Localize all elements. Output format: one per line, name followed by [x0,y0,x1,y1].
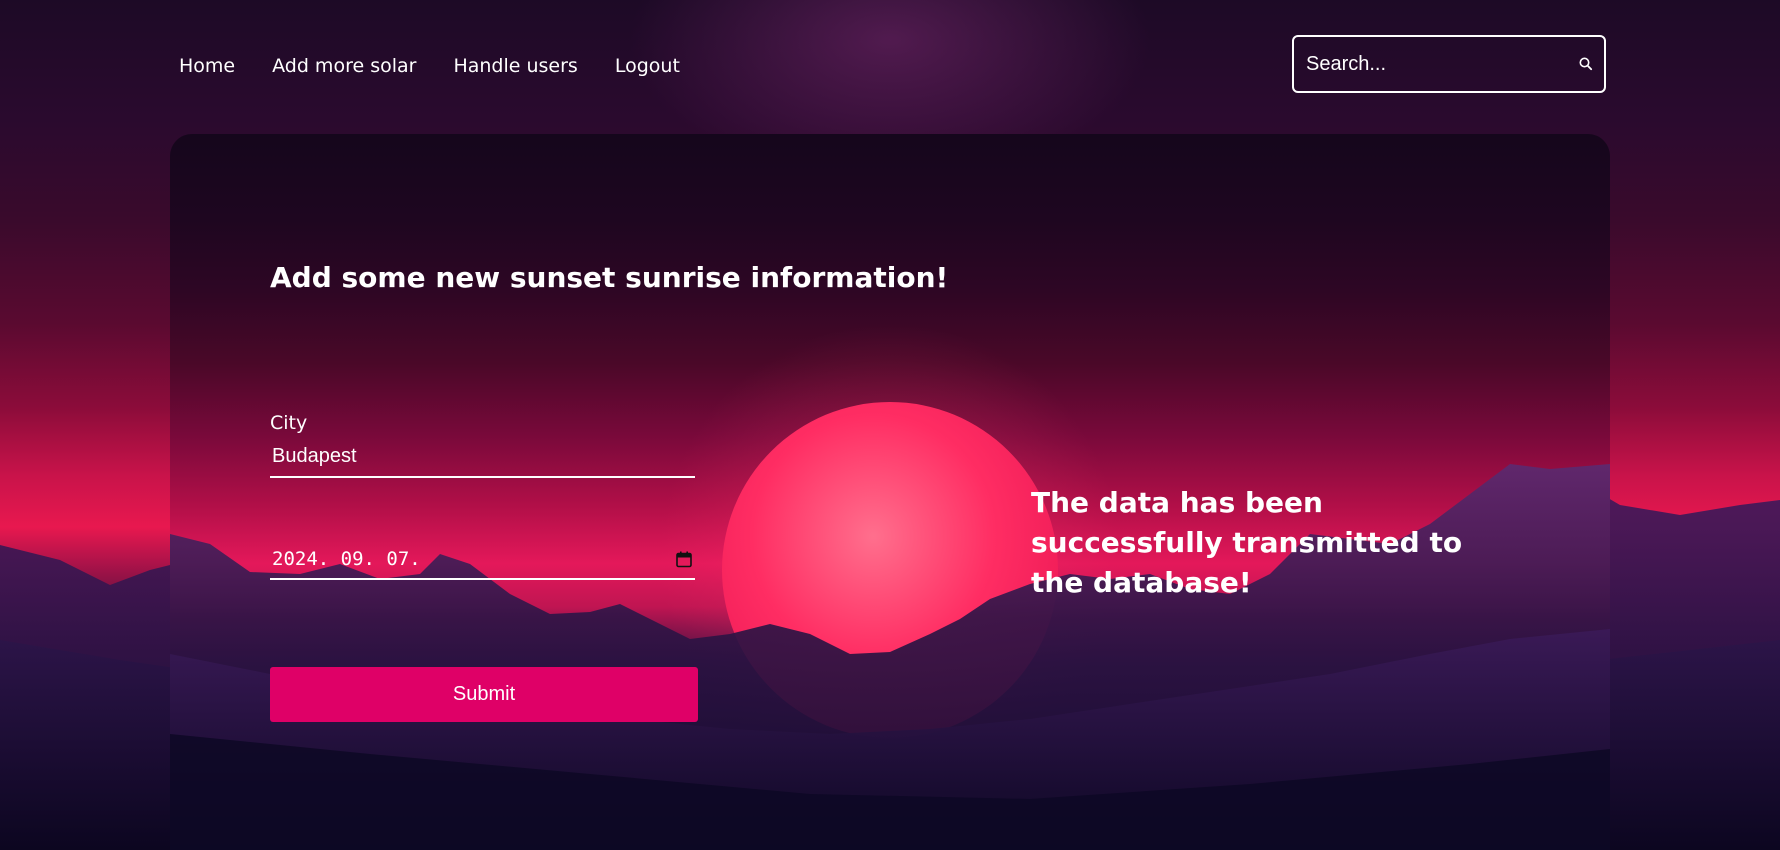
main-nav: Home Add more solar Handle users Logout [179,50,717,82]
calendar-icon[interactable] [673,548,695,570]
date-value: 2024. 09. 07. [272,548,421,570]
form-card: Add some new sunset sunrise information!… [170,134,1610,850]
nav-link-add-more-solar[interactable]: Add more solar [272,50,416,82]
search-box [1292,35,1606,93]
city-input[interactable] [270,440,695,478]
search-icon[interactable] [1571,44,1600,84]
nav-link-logout[interactable]: Logout [615,50,680,82]
date-input[interactable]: 2024. 09. 07. [270,540,695,580]
nav-link-handle-users[interactable]: Handle users [453,50,577,82]
search-input[interactable] [1294,37,1571,91]
submit-button[interactable]: Submit [270,667,698,722]
nav-link-home[interactable]: Home [179,50,235,82]
city-label: City [270,412,308,434]
form-title: Add some new sunset sunrise information! [270,261,949,294]
success-message: The data has been successfully transmitt… [1031,486,1463,599]
